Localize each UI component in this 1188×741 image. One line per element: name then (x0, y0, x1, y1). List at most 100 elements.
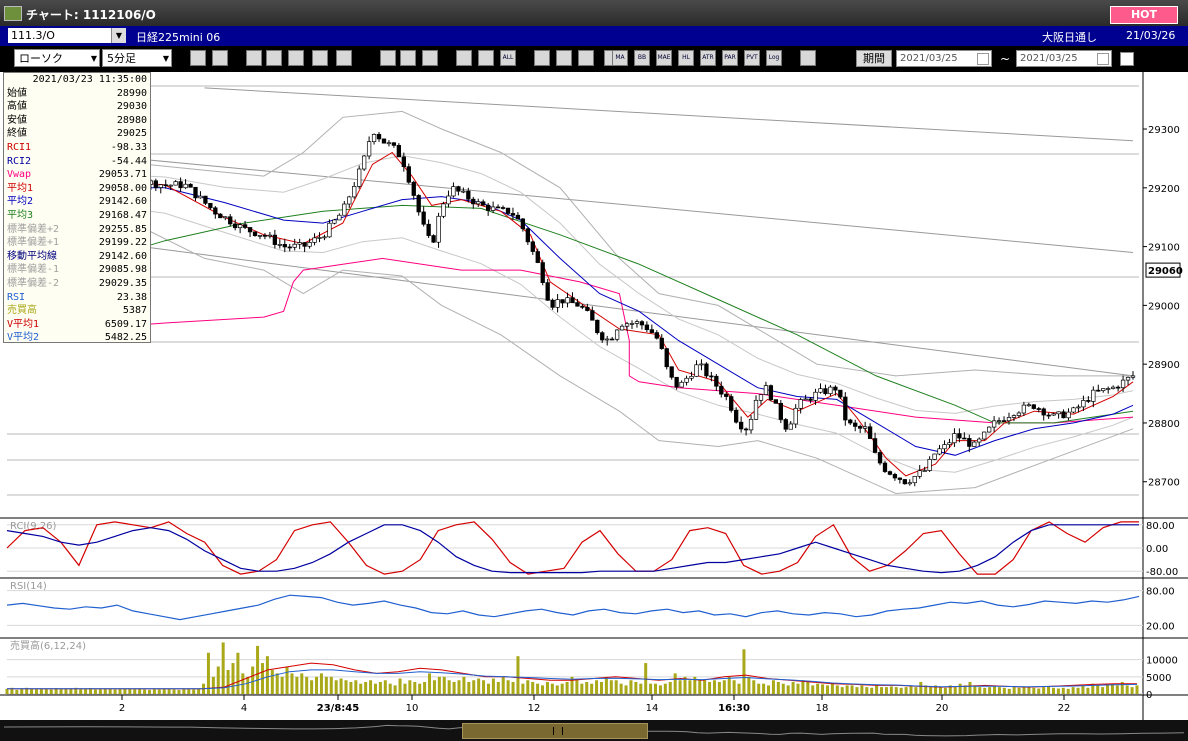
volume-bar (860, 685, 864, 694)
volume-bar (246, 676, 250, 694)
market-date: 21/03/26 (1126, 29, 1176, 42)
undo-icon[interactable] (422, 50, 438, 66)
interval-select[interactable]: 5分足 ▼ (102, 49, 172, 67)
volume-bar (835, 685, 839, 694)
tool-all-button[interactable]: ALL (500, 50, 516, 66)
scale-icon[interactable] (288, 50, 304, 66)
horizontal-scrollbar[interactable] (0, 720, 1188, 741)
hot-button[interactable]: HOT (1110, 6, 1178, 24)
volume-bar (30, 688, 34, 694)
tool-pvt-button[interactable]: PVT (744, 50, 760, 66)
volume-bar (658, 685, 662, 694)
candle (1001, 420, 1007, 422)
pointer-icon[interactable] (400, 50, 416, 66)
volume-bar (722, 680, 726, 694)
date-to-value: 2021/03/25 (1020, 53, 1078, 64)
candle (947, 442, 952, 445)
candle (505, 207, 511, 214)
calendar-icon[interactable] (977, 53, 989, 65)
candle (312, 237, 317, 243)
candle (590, 310, 595, 321)
candle (1106, 388, 1111, 390)
candle (1130, 375, 1136, 378)
candle (1031, 404, 1036, 409)
volume-bar (811, 685, 815, 694)
tool-log-button[interactable]: Log (766, 50, 782, 66)
volume-bar (988, 687, 992, 694)
candle (664, 348, 669, 368)
volume-bar (1076, 687, 1080, 694)
palette-icon[interactable] (578, 50, 594, 66)
candle-icon[interactable] (456, 50, 472, 66)
candle (461, 190, 466, 193)
draw-icon[interactable] (380, 50, 396, 66)
volume-bar (1047, 686, 1051, 694)
info-label: 標準偏差-1 (7, 264, 60, 276)
candle (436, 215, 441, 243)
volume-bar (624, 685, 628, 694)
volume-bar (1106, 685, 1110, 694)
trend-line (204, 87, 1134, 142)
candle (376, 134, 382, 140)
candle (1066, 411, 1071, 419)
volume-bar (698, 680, 702, 694)
tool-mae-button[interactable]: MAE (656, 50, 672, 66)
candle (1111, 386, 1116, 389)
volume-bar (477, 678, 481, 694)
chart-area[interactable]: 28700 28800 28900 29000 29100 29200 29300 29060… (0, 72, 1188, 720)
tool-atr-button[interactable]: ATR (700, 50, 716, 66)
info-value: 29030 (116, 101, 147, 113)
chevron-down-icon: ▼ (162, 54, 169, 63)
volume-bar (339, 678, 343, 694)
ma1-line (6, 151, 1134, 477)
wrench-icon[interactable] (556, 50, 572, 66)
tool-ma-button[interactable]: MA (612, 50, 628, 66)
candle2-icon[interactable] (478, 50, 494, 66)
pin-icon[interactable] (246, 50, 262, 66)
chart-icon[interactable] (800, 50, 816, 66)
info-row: 移動平均線 29142.60 (7, 250, 147, 264)
candle (763, 385, 769, 395)
compare-icon[interactable] (336, 50, 352, 66)
volume-bar (629, 680, 633, 694)
rci-tick-label: -80.00 (1146, 567, 1178, 578)
gear-icon[interactable] (534, 50, 550, 66)
chevron-down-icon[interactable]: ▼ (111, 28, 126, 43)
info-rows: 始値 28990 高値 29030 安値 28980 終値 29025 RCI1 -98.33 RC… (7, 87, 147, 345)
chart-type-select[interactable]: ローソク ▼ (14, 49, 100, 67)
volume-bar (39, 688, 43, 694)
volume-bar (1130, 687, 1134, 694)
candle (644, 324, 650, 330)
tool-hl-button[interactable]: HL (678, 50, 694, 66)
zoom-icon[interactable] (266, 50, 282, 66)
tool-par-button[interactable]: PAR (722, 50, 738, 66)
volume-bar (1017, 687, 1021, 694)
split-icon[interactable] (312, 50, 328, 66)
candle (699, 363, 704, 366)
volume-bar (221, 642, 225, 694)
candle (173, 181, 178, 186)
candle (600, 332, 605, 341)
volume-bar (167, 689, 171, 694)
tool-bb-button[interactable]: BB (634, 50, 650, 66)
code-input[interactable]: 111.3/O ▼ (8, 28, 126, 43)
search-icon[interactable] (190, 50, 206, 66)
option-checkbox[interactable] (1120, 52, 1134, 66)
date-to-input[interactable]: 2021/03/25 (1016, 50, 1112, 67)
candle (952, 433, 957, 444)
volume-bar (889, 686, 893, 694)
calendar-icon[interactable] (1097, 53, 1109, 65)
volume-bar (20, 688, 24, 694)
candle (471, 198, 476, 205)
period-button[interactable]: 期間 (856, 50, 892, 67)
volume-bar (231, 663, 235, 694)
volume-tick-label: 0 (1146, 690, 1152, 701)
rsi-tick-label: 80.00 (1146, 587, 1175, 598)
crosshair-icon[interactable] (212, 50, 228, 66)
candle (530, 241, 535, 252)
candle (833, 386, 838, 391)
volume-bar (59, 689, 63, 694)
date-from-input[interactable]: 2021/03/25 (896, 50, 992, 67)
price-chart[interactable]: 28700 28800 28900 29000 29100 29200 29300 29060… (0, 72, 1188, 720)
scroll-thumb[interactable] (462, 723, 648, 739)
